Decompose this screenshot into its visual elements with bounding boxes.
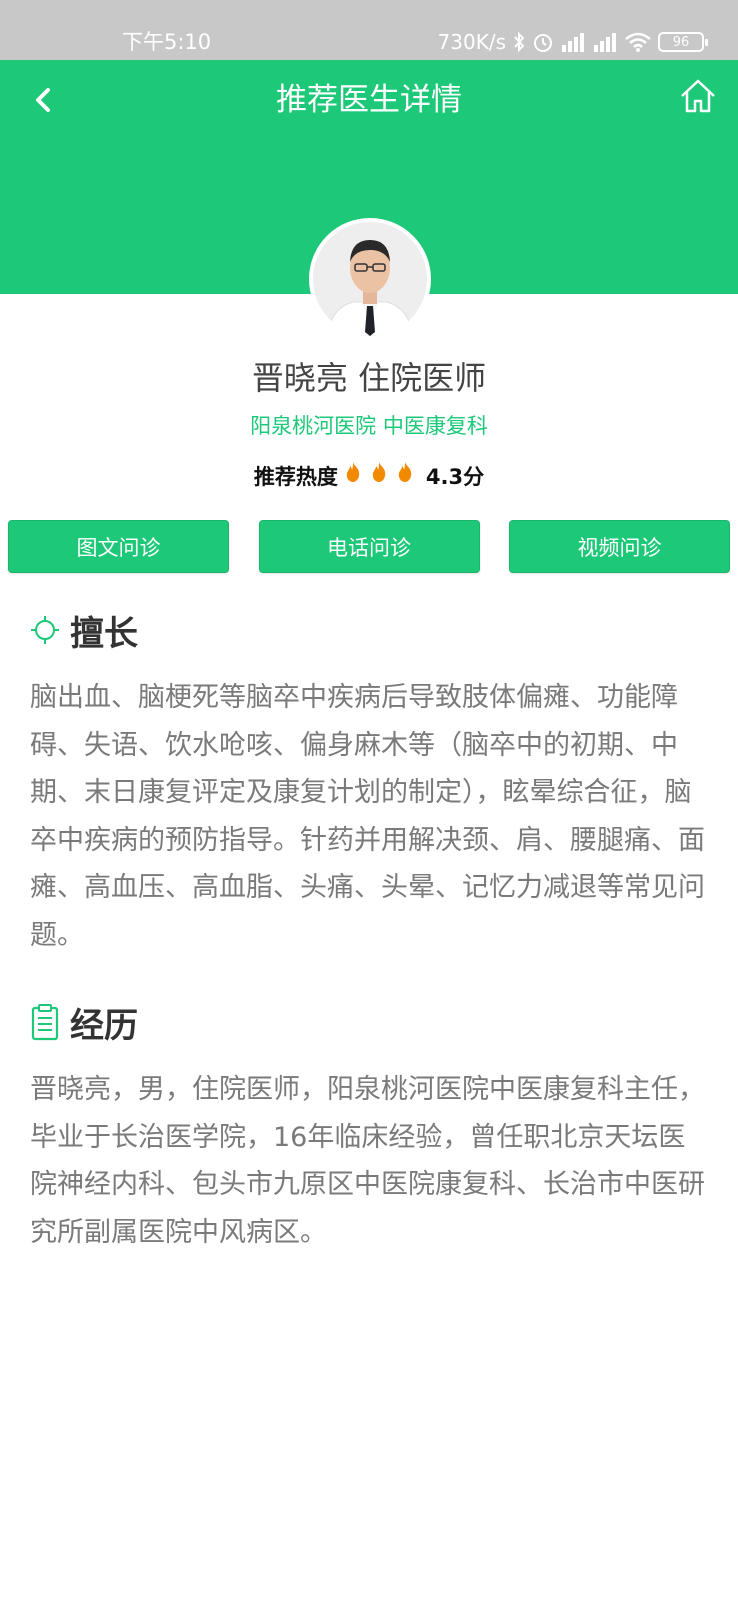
specialty-section: 擅长 脑出血、脑梗死等脑卒中疾病后导致肢体偏瘫、功能障碍、失语、饮水呛咳、偏身麻… bbox=[30, 604, 710, 960]
network-speed: 730K/s bbox=[437, 30, 506, 54]
consult-options: 图文问诊 电话问诊 视频问诊 bbox=[8, 520, 730, 573]
status-icons: 730K/s 96 bbox=[437, 28, 708, 56]
signal-icon bbox=[594, 33, 616, 52]
experience-title: 经历 bbox=[70, 1005, 138, 1046]
doctor-name: 晋晓亮 住院医师 bbox=[251, 359, 487, 397]
phone-consult-button[interactable]: 电话问诊 bbox=[258, 520, 480, 573]
home-icon bbox=[681, 79, 715, 113]
heat-score: 4.3分 bbox=[425, 464, 485, 489]
signal-icon bbox=[562, 33, 584, 52]
specialty-header: 擅长 bbox=[30, 604, 710, 656]
battery-icon: 96 bbox=[658, 32, 708, 52]
experience-text: 晋晓亮，男，住院医师，阳泉桃河医院中医康复科主任，毕业于长治医学院，16年临床经… bbox=[30, 1074, 705, 1248]
flame-icon bbox=[346, 462, 360, 482]
hospital-department: 阳泉桃河医院 中医康复科 bbox=[250, 414, 488, 438]
alarm-icon bbox=[534, 34, 552, 52]
experience-section: 经历 晋晓亮，男，住院医师，阳泉桃河医院中医康复科主任，毕业于长治医学院，16年… bbox=[30, 996, 710, 1256]
page-title: 推荐医生详情 bbox=[276, 82, 462, 118]
flame-icon bbox=[372, 462, 386, 482]
status-bar: 下午5:10 730K/s 96 bbox=[0, 0, 738, 60]
status-time: 下午5:10 bbox=[122, 30, 212, 54]
heat-label: 推荐热度 bbox=[253, 464, 338, 489]
flame-rating bbox=[340, 460, 418, 493]
specialty-text: 脑出血、脑梗死等脑卒中疾病后导致肢体偏瘫、功能障碍、失语、饮水呛咳、偏身麻木等（… bbox=[30, 682, 705, 951]
text-consult-button[interactable]: 图文问诊 bbox=[8, 520, 229, 573]
wifi-icon bbox=[625, 32, 651, 52]
video-consult-button[interactable]: 视频问诊 bbox=[509, 520, 730, 573]
doctor-avatar bbox=[309, 218, 431, 340]
bluetooth-icon bbox=[514, 31, 525, 53]
clipboard-icon bbox=[31, 1004, 59, 1041]
recommend-heat: 推荐热度 4.3分 bbox=[0, 460, 738, 493]
home-button[interactable] bbox=[678, 76, 718, 116]
flame-icon bbox=[398, 462, 412, 482]
doctor-photo bbox=[313, 222, 427, 336]
crosshair-icon bbox=[31, 616, 59, 644]
specialty-title: 擅长 bbox=[70, 613, 138, 654]
experience-header: 经历 bbox=[30, 996, 710, 1048]
